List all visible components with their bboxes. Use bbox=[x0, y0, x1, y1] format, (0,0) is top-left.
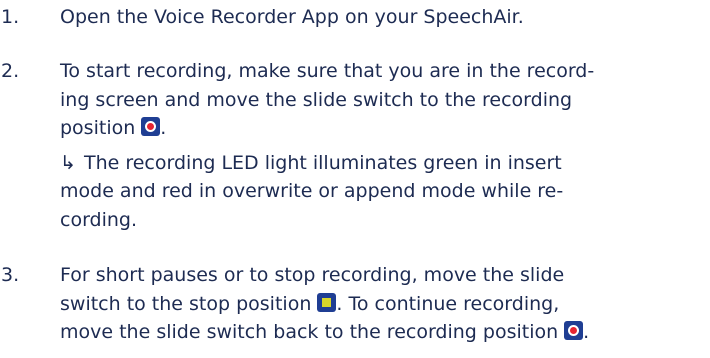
step-number: 1. bbox=[1, 6, 20, 28]
step-3-line-2: switch to the stop position. To continue… bbox=[60, 292, 560, 315]
result-line-1: ↳ The recording LED light illuminates gr… bbox=[60, 149, 704, 178]
result-line-2: mode and red in overwrite or append mode… bbox=[60, 180, 564, 202]
step-3-line-3: move the slide switch back to the record… bbox=[60, 321, 590, 343]
step-number: 2. bbox=[1, 60, 20, 82]
step-text: Open the Voice Recorder App on your Spee… bbox=[60, 3, 704, 32]
step-2-line-3: position. bbox=[60, 117, 167, 139]
step-2-line-1: To start recording, make sure that you a… bbox=[60, 60, 595, 82]
step-number: 3. bbox=[1, 264, 20, 286]
step-text: For short pauses or to stop recording, m… bbox=[60, 261, 704, 347]
result-arrow-icon: ↳ bbox=[60, 151, 76, 174]
record-position-icon bbox=[141, 117, 161, 136]
result-line-3: cording. bbox=[60, 208, 138, 231]
step-3: 3. For short pauses or to stop recording… bbox=[0, 261, 704, 347]
step-2-result: ↳ The recording LED light illuminates gr… bbox=[60, 149, 704, 235]
step-1-line-1: Open the Voice Recorder App on your Spee… bbox=[60, 6, 524, 28]
step-3-line-1: For short pauses or to stop recording, m… bbox=[60, 264, 565, 286]
step-text: To start recording, make sure that you a… bbox=[60, 57, 704, 234]
step-2: 2. To start recording, make sure that yo… bbox=[0, 57, 704, 234]
instruction-list: 1. Open the Voice Recorder App on your S… bbox=[0, 0, 710, 358]
step-1: 1. Open the Voice Recorder App on your S… bbox=[0, 3, 704, 32]
record-position-icon bbox=[564, 321, 584, 340]
stop-position-icon bbox=[317, 292, 337, 312]
step-2-line-2: ing screen and move the slide switch to … bbox=[60, 88, 573, 111]
